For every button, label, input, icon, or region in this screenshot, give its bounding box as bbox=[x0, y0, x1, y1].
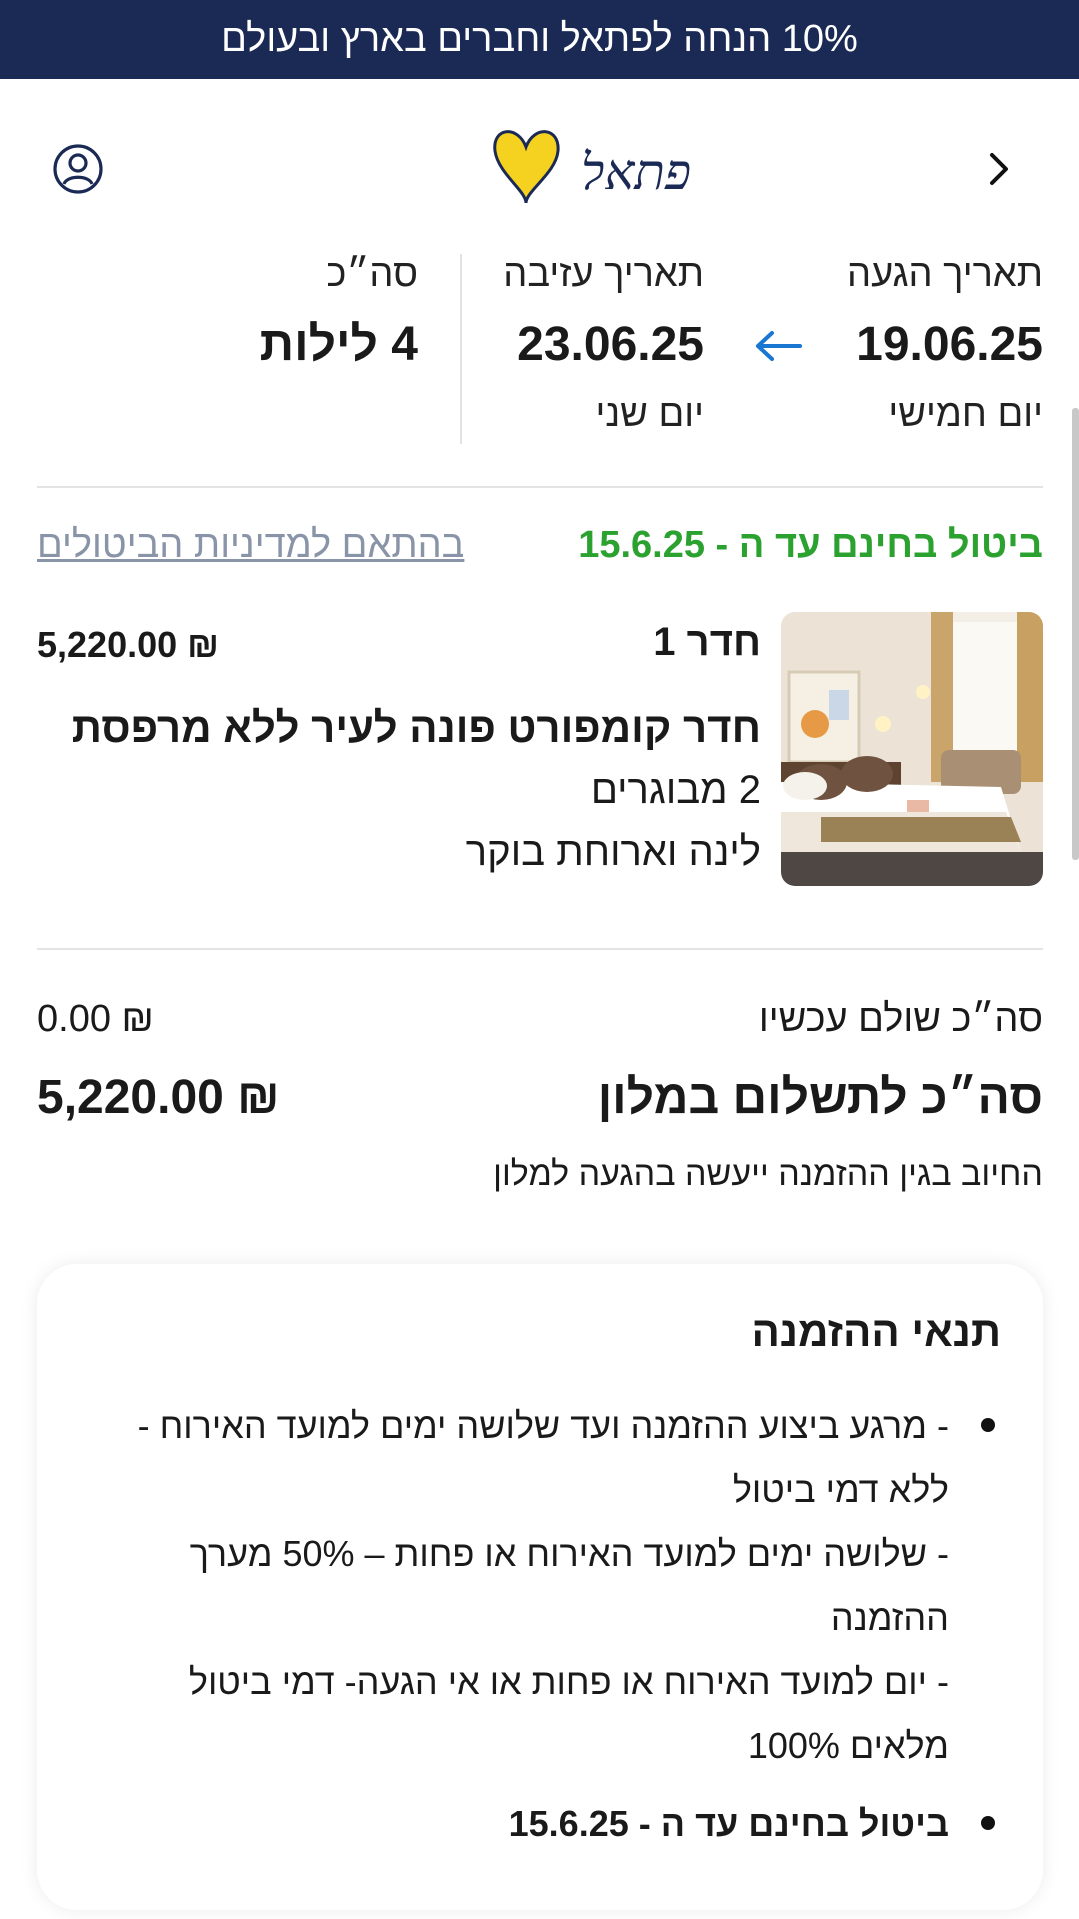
room-image bbox=[781, 612, 1043, 886]
bullet-icon bbox=[981, 1418, 995, 1432]
terms-list: - מרגע ביצוע ההזמנה ועד שלושה ימים למועד… bbox=[101, 1394, 1001, 1856]
bullet-icon bbox=[981, 1816, 995, 1830]
total-nights: 4 לילות bbox=[259, 318, 418, 371]
promo-banner[interactable]: 10% הנחה לפתאל וחברים בארץ ובעולם bbox=[0, 0, 1079, 79]
arrival-day: יום חמישי bbox=[888, 393, 1043, 435]
scrollbar[interactable] bbox=[1072, 408, 1079, 860]
booking-terms-card: תנאי ההזמנה - מרגע ביצוע ההזמנה ועד שלוש… bbox=[37, 1264, 1043, 1910]
dates-divider bbox=[460, 254, 462, 444]
cancellation-policy-link[interactable]: בהתאם למדיניות הביטולים bbox=[37, 524, 464, 567]
charge-note: החיוב בגין ההזמנה ייעשה בהגעה למלון bbox=[493, 1155, 1043, 1193]
hotel-payment-label: סה״כ לתשלום במלון bbox=[597, 1071, 1043, 1124]
arrow-left-icon bbox=[756, 331, 802, 361]
room-board: לינה וארוחת בוקר bbox=[465, 830, 761, 874]
terms-line: - מרגע ביצוע ההזמנה ועד שלושה ימים למועד… bbox=[137, 1405, 949, 1446]
list-item: - מרגע ביצוע ההזמנה ועד שלושה ימים למועד… bbox=[101, 1394, 1001, 1778]
divider bbox=[37, 948, 1043, 950]
arrival-label: תאריך הגעה bbox=[847, 253, 1043, 295]
room-price: ₪ 5,220.00 bbox=[37, 624, 219, 665]
paid-now-value: ₪ 0.00 bbox=[37, 998, 154, 1040]
heart-icon bbox=[493, 130, 560, 204]
total-nights-label: סה״כ bbox=[326, 253, 419, 295]
promo-banner-text: 10% הנחה לפתאל וחברים בארץ ובעולם bbox=[221, 18, 858, 60]
list-item: ביטול בחינם עד ה - 15.6.25 bbox=[101, 1792, 1001, 1856]
arrival-date: 19.06.25 bbox=[856, 318, 1043, 371]
terms-title: תנאי ההזמנה bbox=[751, 1308, 1002, 1355]
room-name: חדר קומפורט פונה לעיר ללא מרפסת bbox=[71, 704, 761, 751]
free-cancellation-text: ביטול בחינם עד ה - 15.6.25 bbox=[578, 524, 1043, 566]
room-number: חדר 1 bbox=[653, 620, 761, 664]
divider bbox=[37, 486, 1043, 488]
terms-line: מלאים 100% bbox=[747, 1725, 949, 1766]
account-icon[interactable] bbox=[52, 143, 104, 195]
paid-now-label: סה״כ שולם עכשיו bbox=[758, 998, 1043, 1040]
chevron-right-icon[interactable] bbox=[982, 149, 1016, 189]
fattal-logo[interactable]: fattal פתאל bbox=[368, 117, 713, 217]
dates-section: תאריך הגעה 19.06.25 יום חמישי תאריך עזיב… bbox=[0, 249, 1079, 449]
header: fattal פתאל bbox=[0, 79, 1079, 249]
terms-line: - שלושה ימים למועד האירוח או פחות – 50% … bbox=[189, 1533, 949, 1574]
logo-wordmark: fattal bbox=[368, 143, 370, 211]
room-guests: 2 מבוגרים bbox=[590, 768, 761, 812]
departure-date: 23.06.25 bbox=[517, 318, 704, 371]
hotel-payment-value: ₪ 5,220.00 bbox=[37, 1071, 280, 1124]
terms-line: ללא דמי ביטול bbox=[732, 1469, 949, 1510]
terms-line: ביטול בחינם עד ה - 15.6.25 bbox=[508, 1803, 949, 1844]
terms-line: ההזמנה bbox=[830, 1597, 949, 1638]
departure-day: יום שני bbox=[595, 393, 704, 435]
departure-label: תאריך עזיבה bbox=[503, 253, 704, 295]
logo-wordmark-he: פתאל bbox=[581, 143, 691, 201]
terms-line: - יום למועד האירוח או פחות או אי הגעה- ד… bbox=[188, 1661, 949, 1702]
